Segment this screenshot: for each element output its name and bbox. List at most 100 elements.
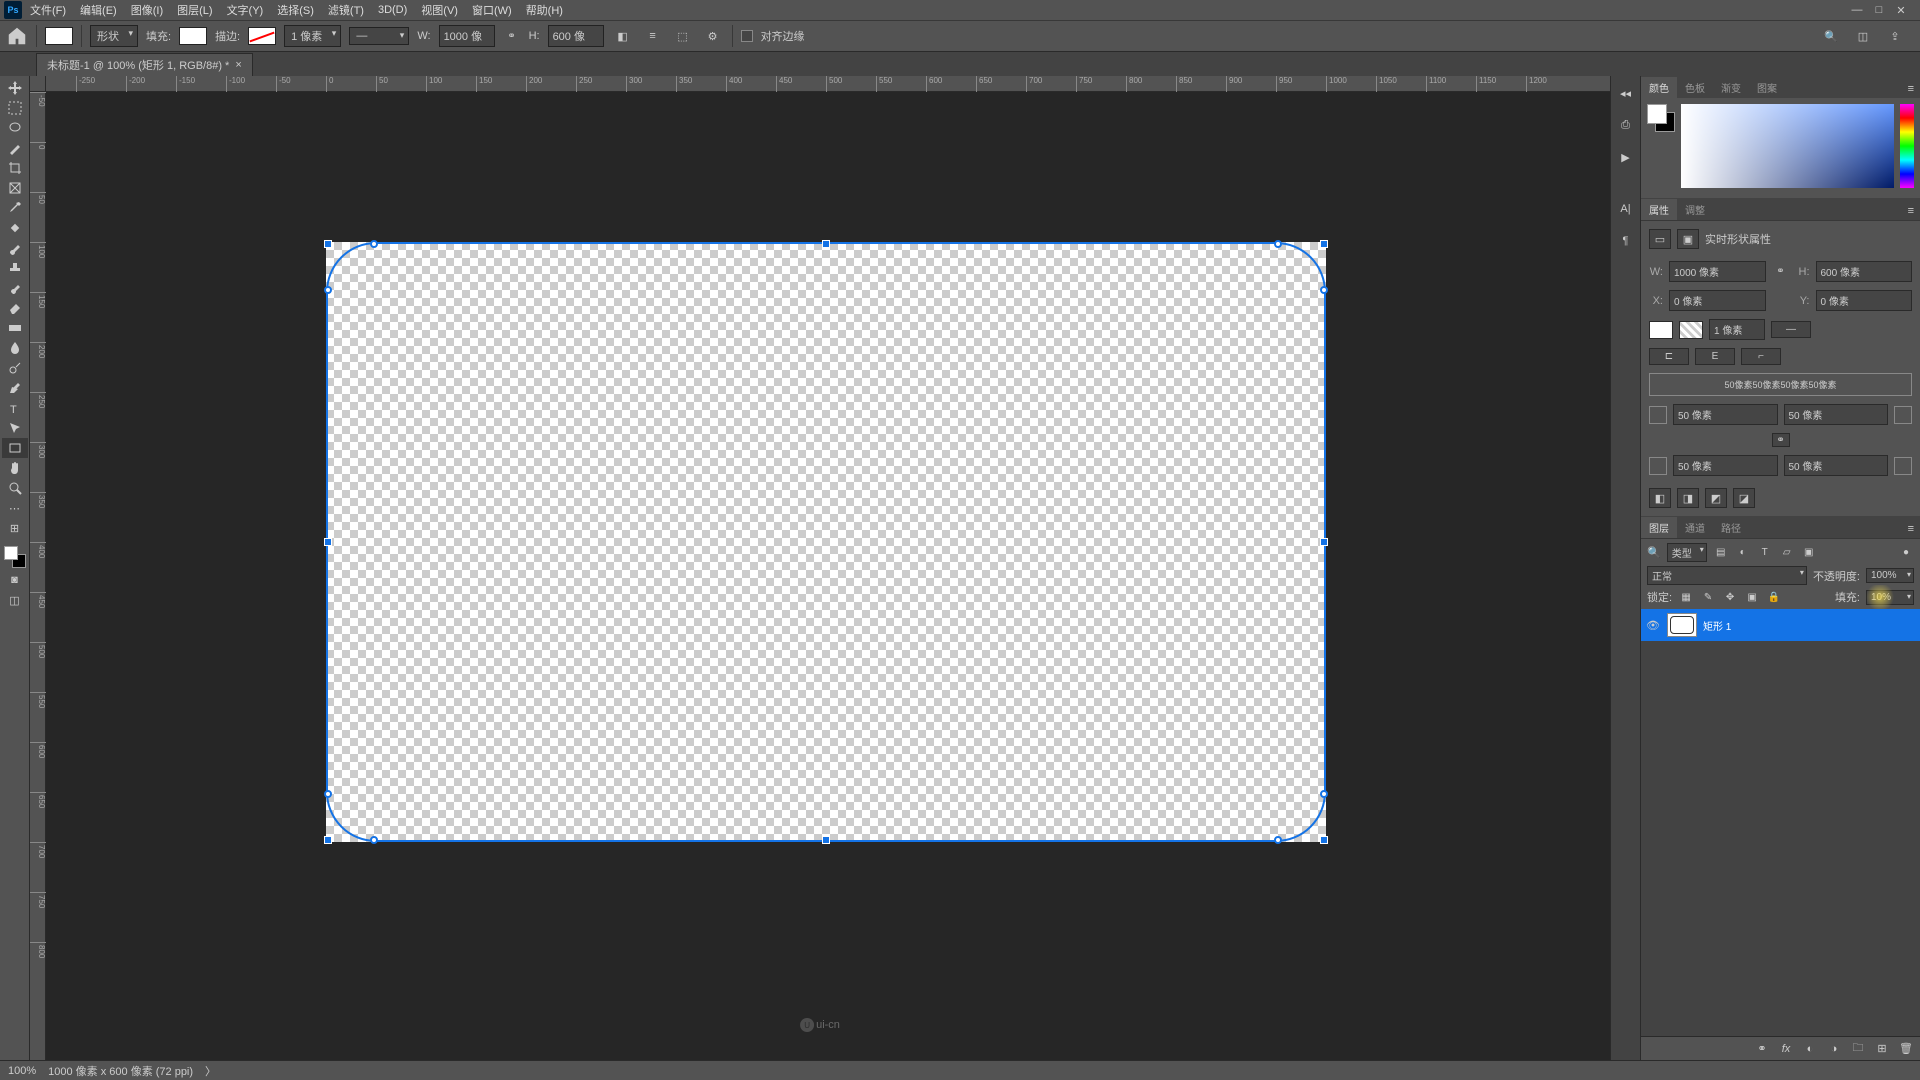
filter-smart-icon[interactable]: ▣ [1801, 545, 1817, 561]
type-tool[interactable]: T [2, 398, 28, 418]
home-button[interactable] [6, 25, 28, 47]
lasso-tool[interactable] [2, 118, 28, 138]
delete-icon[interactable]: 🗑 [1898, 1041, 1914, 1057]
ruler-horizontal[interactable]: -250-200-150-100-50050100150200250300350… [46, 76, 1610, 92]
mask-icon[interactable]: ◐ [1802, 1041, 1818, 1057]
combine-shapes-icon[interactable]: ◧ [1649, 488, 1671, 508]
panel-menu-icon[interactable]: ≡ [1902, 520, 1920, 538]
visibility-toggle[interactable]: 👁 [1645, 619, 1661, 632]
new-layer-icon[interactable]: ⊞ [1874, 1041, 1890, 1057]
align-edges-checkbox[interactable] [741, 30, 753, 42]
dock-play-icon[interactable]: ▶ [1615, 146, 1637, 168]
zoom-tool[interactable] [2, 478, 28, 498]
dock-char-icon[interactable]: A| [1615, 198, 1637, 220]
blend-mode-dropdown[interactable]: 正常 [1647, 566, 1807, 585]
share-icon[interactable]: ⇪ [1884, 25, 1906, 47]
menu-3d[interactable]: 3D(D) [372, 2, 413, 18]
screenmode-tool[interactable]: ◫ [2, 590, 28, 610]
stroke-style-dropdown[interactable]: — [1771, 321, 1811, 338]
wand-tool[interactable] [2, 138, 28, 158]
move-tool[interactable] [2, 78, 28, 98]
quickmask-tool[interactable]: ◙ [2, 570, 28, 590]
corner-br-field[interactable]: 50 像素 [1784, 455, 1889, 476]
stamp-tool[interactable] [2, 258, 28, 278]
menu-select[interactable]: 选择(S) [271, 0, 320, 20]
filter-toggle[interactable]: ● [1898, 545, 1914, 561]
crop-tool[interactable] [2, 158, 28, 178]
layer-thumbnail[interactable] [1667, 613, 1697, 637]
filter-shape-icon[interactable]: ▱ [1779, 545, 1795, 561]
lock-position-icon[interactable]: ✥ [1722, 589, 1738, 605]
layer-name[interactable]: 矩形 1 [1703, 618, 1731, 633]
document-dimensions[interactable]: 1000 像素 x 600 像素 (72 ppi) [48, 1063, 193, 1079]
adjustment-icon[interactable]: ◑ [1826, 1041, 1842, 1057]
status-chevron-icon[interactable]: 〉 [205, 1063, 216, 1079]
eyedropper-tool[interactable] [2, 198, 28, 218]
fill-swatch[interactable] [1649, 321, 1673, 339]
close-tab-icon[interactable]: × [235, 59, 241, 71]
lock-transparent-icon[interactable]: ▦ [1678, 589, 1694, 605]
menu-view[interactable]: 视图(V) [415, 0, 464, 20]
canvas[interactable] [326, 242, 1326, 842]
group-icon[interactable]: 🗀 [1850, 1041, 1866, 1057]
expand-dock-icon[interactable]: ◂◂ [1615, 82, 1637, 104]
menu-filter[interactable]: 滤镜(T) [322, 0, 370, 20]
corner-bl-field[interactable]: 50 像素 [1673, 455, 1778, 476]
stroke-width-dropdown[interactable]: 1 像素 [284, 25, 341, 47]
opacity-field[interactable]: 100% [1866, 568, 1914, 583]
menu-edit[interactable]: 编辑(E) [74, 0, 123, 20]
history-brush-tool[interactable] [2, 278, 28, 298]
more-tools[interactable]: ⋯ [2, 498, 28, 518]
hue-slider[interactable] [1900, 104, 1914, 188]
corner-tl-field[interactable]: 50 像素 [1673, 404, 1778, 425]
tab-paths[interactable]: 路径 [1713, 517, 1749, 538]
tab-channels[interactable]: 通道 [1677, 517, 1713, 538]
edit-toolbar[interactable]: ⊞ [2, 518, 28, 538]
tab-adjust[interactable]: 调整 [1677, 199, 1713, 220]
filter-image-icon[interactable]: ▤ [1713, 545, 1729, 561]
window-minimize[interactable]: — [1850, 3, 1864, 17]
hand-tool[interactable] [2, 458, 28, 478]
rectangle-tool[interactable] [2, 438, 28, 458]
path-arrange-icon[interactable]: ⬚ [672, 25, 694, 47]
link-wh-icon[interactable]: ⚭ [503, 29, 521, 43]
layer-item[interactable]: 👁 矩形 1 [1641, 609, 1920, 641]
foreground-color[interactable] [4, 546, 18, 560]
menu-type[interactable]: 文字(Y) [221, 0, 270, 20]
gradient-tool[interactable] [2, 318, 28, 338]
menu-help[interactable]: 帮助(H) [520, 0, 569, 20]
corner-tr-field[interactable]: 50 像素 [1784, 404, 1889, 425]
tool-preset-swatch[interactable] [45, 27, 73, 45]
eraser-tool[interactable] [2, 298, 28, 318]
marquee-tool[interactable] [2, 98, 28, 118]
stroke-align-dropdown[interactable]: ⊏ [1649, 348, 1689, 365]
tab-color[interactable]: 颜色 [1641, 77, 1677, 98]
menu-layer[interactable]: 图层(L) [171, 0, 218, 20]
fill-field[interactable]: 10% [1866, 590, 1914, 605]
width-field[interactable]: 1000 像素 [1669, 261, 1766, 282]
lock-paint-icon[interactable]: ✎ [1700, 589, 1716, 605]
color-swatches[interactable] [2, 544, 28, 570]
stroke-swatch[interactable] [248, 27, 276, 45]
tab-gradient[interactable]: 渐变 [1713, 77, 1749, 98]
intersect-shapes-icon[interactable]: ◩ [1705, 488, 1727, 508]
stroke-swatch[interactable] [1679, 321, 1703, 339]
shape-mode-dropdown[interactable]: 形状 [90, 25, 138, 47]
pen-tool[interactable] [2, 378, 28, 398]
color-swatches[interactable] [1647, 104, 1675, 132]
ruler-vertical[interactable]: -500501001502002503003504004505005506006… [30, 92, 46, 1060]
fx-icon[interactable]: fx [1778, 1041, 1794, 1057]
y-field[interactable]: 0 像素 [1816, 290, 1913, 311]
path-align-icon[interactable]: ≡ [642, 25, 664, 47]
stroke-style-dropdown[interactable]: — [349, 27, 409, 45]
filter-type-icon[interactable]: T [1757, 545, 1773, 561]
healing-tool[interactable] [2, 218, 28, 238]
tab-swatches[interactable]: 色板 [1677, 77, 1713, 98]
path-select-tool[interactable] [2, 418, 28, 438]
workspace-icon[interactable]: ◫ [1852, 25, 1874, 47]
stroke-join-dropdown[interactable]: ⌐ [1741, 348, 1781, 365]
panel-menu-icon[interactable]: ≡ [1902, 80, 1920, 98]
stroke-width-field[interactable]: 1 像素 [1709, 319, 1765, 340]
tab-layers[interactable]: 图层 [1641, 517, 1677, 538]
height-field[interactable]: 600 像 [548, 25, 604, 47]
